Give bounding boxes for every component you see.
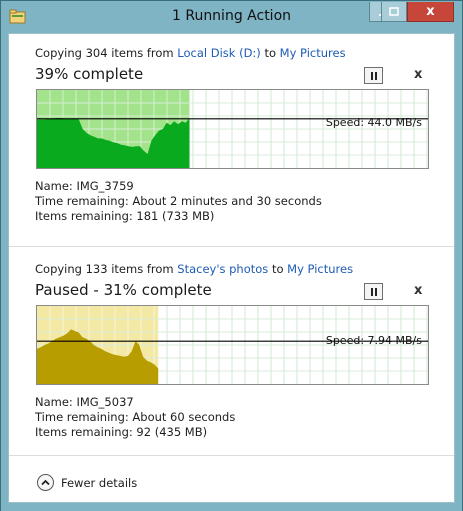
copy-operation-1: Copying 304 items from Local Disk (D:) t…	[9, 34, 454, 246]
pause-button[interactable]	[364, 67, 383, 84]
throughput-chart	[37, 90, 428, 168]
speed-label: Speed: 44.0 MB/s	[325, 116, 422, 129]
pause-icon-bar	[374, 287, 377, 296]
title-bar[interactable]: 1 Running Action x	[1, 1, 462, 33]
resume-button[interactable]	[364, 283, 383, 300]
maximize-icon	[389, 6, 399, 16]
progress-status: 39% complete	[35, 65, 144, 83]
maximize-button[interactable]	[381, 2, 407, 22]
items-remaining: Items remaining: 92 (435 MB)	[35, 425, 208, 439]
file-details: Name: IMG_3759 Time remaining: About 2 m…	[35, 179, 322, 224]
source-link[interactable]: Stacey's photos	[177, 262, 268, 276]
pause-icon	[370, 287, 373, 296]
copy-prefix: Copying 304 items from	[35, 46, 178, 60]
footer: Fewer details	[9, 456, 454, 503]
content-area: Copying 304 items from Local Disk (D:) t…	[8, 33, 455, 503]
window-frame	[1, 503, 462, 511]
progress-status: Paused - 31% complete	[35, 281, 212, 299]
file-details: Name: IMG_5037 Time remaining: About 60 …	[35, 395, 235, 440]
copy-description: Copying 304 items from Local Disk (D:) t…	[35, 46, 346, 60]
fewer-details-label[interactable]: Fewer details	[61, 476, 137, 490]
cancel-button[interactable]: x	[414, 283, 422, 298]
file-name: Name: IMG_5037	[35, 395, 134, 409]
fewer-details-button[interactable]	[37, 474, 54, 491]
file-name: Name: IMG_3759	[35, 179, 134, 193]
copy-middle: to	[268, 262, 288, 276]
running-action-window: 1 Running Action x Copying 304 items fro…	[0, 0, 463, 511]
copy-operation-2: Copying 133 items from Stacey's photos t…	[9, 246, 454, 456]
chevron-up-icon	[41, 479, 50, 486]
items-remaining: Items remaining: 181 (733 MB)	[35, 209, 215, 223]
pause-icon-bar	[374, 71, 377, 80]
close-window-button[interactable]: x	[407, 2, 454, 22]
speed-label: Speed: 7.94 MB/s	[325, 334, 422, 347]
source-link[interactable]: Local Disk (D:)	[177, 46, 261, 60]
speed-graph: Speed: 7.94 MB/s	[36, 305, 429, 385]
pause-icon	[370, 71, 373, 80]
close-icon: x	[426, 4, 435, 19]
copy-prefix: Copying 133 items from	[35, 262, 178, 276]
copy-description: Copying 133 items from Stacey's photos t…	[35, 262, 353, 276]
copy-middle: to	[260, 46, 280, 60]
destination-link[interactable]: My Pictures	[280, 46, 346, 60]
destination-link[interactable]: My Pictures	[287, 262, 353, 276]
time-remaining: Time remaining: About 2 minutes and 30 s…	[35, 194, 322, 208]
time-remaining: Time remaining: About 60 seconds	[35, 410, 236, 424]
cancel-button[interactable]: x	[414, 67, 422, 82]
speed-graph: Speed: 44.0 MB/s	[36, 89, 429, 169]
